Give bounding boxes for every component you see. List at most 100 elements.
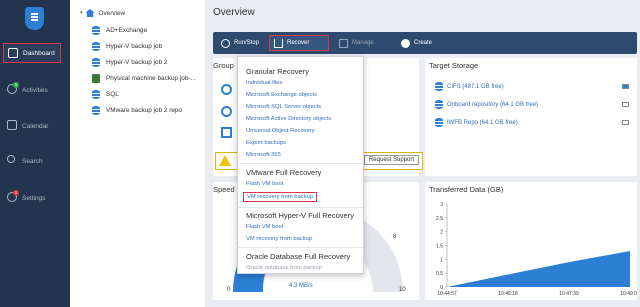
menu-item-hyperv-flash-boot[interactable]: Flash VM boot (246, 224, 283, 230)
storage-indicator (622, 84, 629, 89)
y-tick-label: 3 (440, 202, 443, 208)
speed-value: 4.3 MB/s (289, 283, 313, 289)
tree-item-label: Physical machine backup job-... (106, 74, 196, 82)
menu-item-microsoft-365[interactable]: Microsoft 365 (246, 152, 281, 158)
page-title: Overview (213, 7, 255, 18)
menu-divider (238, 247, 363, 248)
tree-item[interactable]: SQL (92, 87, 119, 101)
gauge-mark: 8 (393, 234, 397, 240)
home-icon (85, 9, 95, 17)
toolbar: Run/Stop Recover Manage Create (213, 32, 637, 54)
storage-label: IWFB Repo (64.1 GB free) (447, 119, 518, 126)
menu-item-sql-objects[interactable]: Microsoft SQL Server objects (246, 104, 321, 110)
menu-item-vmware-vm-recovery[interactable]: VM recovery from backup (243, 192, 318, 202)
nav-item-settings[interactable]: 1 Settings (0, 188, 70, 208)
plus-circle-icon (401, 38, 410, 48)
storage-label: CIFS (487.1 GB free) (447, 83, 504, 90)
menu-heading-vmware: VMware Full Recovery (246, 168, 322, 177)
settings-badge: 1 (13, 190, 19, 196)
create-label: Create (414, 40, 433, 46)
tree-item-label: SQL (106, 90, 119, 98)
storage-label: Onboard repository (64.1 GB free) (447, 101, 539, 108)
menu-item-universal-object[interactable]: Universal Object Recovery (246, 128, 315, 134)
wrench-icon (339, 38, 348, 48)
nav-item-calendar[interactable]: Calendar (0, 116, 70, 136)
play-icon (221, 38, 230, 48)
run-stop-button[interactable]: Run/Stop (217, 35, 263, 51)
nav-item-search[interactable]: Search (0, 151, 70, 171)
nav-item-activities[interactable]: 1 Activities (0, 80, 70, 100)
tree-item-label: Hyper-V backup job (106, 42, 163, 50)
nav-label: Calendar (22, 122, 49, 130)
menu-heading-hyperv: Microsoft Hyper-V Full Recovery (246, 211, 354, 220)
database-icon (92, 89, 100, 99)
menu-item-individual-files[interactable]: Individual files (246, 80, 282, 86)
database-icon (435, 82, 443, 91)
manage-label: Manage (352, 40, 374, 46)
y-tick-label: 2 (440, 230, 443, 236)
nav-item-dashboard[interactable]: Dashboard (3, 43, 61, 63)
expand-icon (221, 127, 232, 138)
tree-item-label: AD+Exchange (106, 26, 148, 34)
y-tick-label: 0.5 (436, 271, 443, 277)
calendar-icon (7, 120, 17, 130)
x-tick-label: 10:46:18 (498, 291, 518, 297)
database-icon (435, 118, 443, 127)
menu-heading-oracle: Oracle Database Full Recovery (246, 252, 351, 261)
recover-button[interactable]: Recover (269, 35, 329, 51)
tree-root-label: Overview (98, 9, 126, 17)
menu-item-export-backups[interactable]: Export backups (246, 140, 286, 146)
logo-icon[interactable] (25, 7, 44, 30)
y-tick-label: 2.5 (436, 216, 443, 222)
recover-menu: Granular Recovery Individual files Micro… (237, 56, 364, 274)
area-series (447, 251, 630, 287)
gauge-min: 0 (227, 287, 231, 293)
storage-indicator (622, 120, 629, 125)
database-icon (435, 100, 443, 109)
download-icon (274, 38, 283, 48)
nav-label: Activities (22, 86, 48, 94)
menu-item-ad-objects[interactable]: Microsoft Active Directory objects (246, 116, 331, 122)
target-storage-title: Target Storage (429, 61, 479, 70)
nav-label: Dashboard (23, 49, 55, 57)
tree-item[interactable]: AD+Exchange (92, 23, 147, 37)
speed-title: Speed (213, 185, 235, 194)
database-icon (92, 41, 100, 51)
tree-root-overview[interactable]: ▾ Overview (80, 6, 125, 20)
caret-down-icon[interactable]: ▾ (80, 10, 83, 16)
storage-item[interactable]: Onboard repository (64.1 GB free) (435, 100, 538, 109)
group-title: Group (213, 61, 234, 70)
status-ring-icon (221, 106, 232, 117)
storage-indicator (622, 102, 629, 107)
tree-item[interactable]: Hyper-V backup job 2 (92, 55, 167, 69)
tree-item[interactable]: Hyper-V backup job (92, 39, 162, 53)
tree-item[interactable]: Physical machine backup job-... (92, 71, 196, 85)
gauge-max: 10 (399, 287, 406, 293)
nav-label: Search (22, 157, 43, 165)
search-icon (7, 155, 15, 163)
x-tick-label: 10:49:00 (620, 291, 637, 297)
database-icon (92, 105, 100, 115)
transferred-chart: 00.511.522.5310:44:57 10:46:18 10:47:39 10:… (436, 202, 637, 297)
menu-divider (238, 207, 363, 208)
manage-button[interactable]: Manage (335, 35, 378, 51)
tree-item[interactable]: VMware backup job 2 repo (92, 103, 182, 117)
menu-divider (238, 163, 363, 164)
refresh-icon (221, 84, 232, 95)
menu-item-exchange-objects[interactable]: Microsoft Exchange objects (246, 92, 317, 98)
storage-item[interactable]: CIFS (487.1 GB free) (435, 82, 504, 91)
left-navigation: Dashboard 1 Activities Calendar Search 1… (0, 0, 70, 307)
request-support-button[interactable]: Request Support (363, 155, 419, 165)
create-button[interactable]: Create (397, 35, 436, 51)
warning-icon (219, 155, 231, 166)
database-icon (92, 57, 100, 67)
menu-item-hyperv-vm-recovery[interactable]: VM recovery from backup (246, 236, 312, 242)
menu-item-oracle-db[interactable]: Oracle database from backup (246, 265, 322, 271)
tree-item-label: Hyper-V backup job 2 (106, 58, 168, 66)
x-tick-label: 10:44:57 (437, 291, 457, 297)
menu-heading-granular: Granular Recovery (246, 67, 309, 76)
storage-item[interactable]: IWFB Repo (64.1 GB free) (435, 118, 518, 127)
transferred-card: Transferred Data (GB) 0 0.5 1 1.5 2 2.5 3 10:44… (425, 182, 637, 300)
menu-item-vmware-flash-boot[interactable]: Flash VM boot (246, 181, 283, 187)
target-storage-card: Target Storage CIFS (487.1 GB free) Onbo… (425, 58, 637, 176)
